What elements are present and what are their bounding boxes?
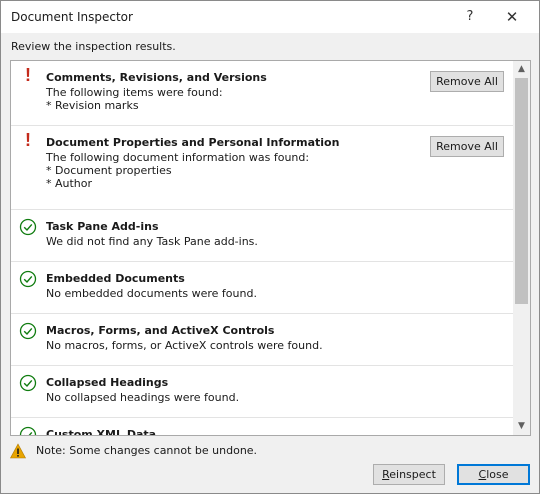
result-title: Collapsed Headings [46, 376, 169, 389]
close-label-rest: lose [486, 468, 509, 481]
result-row: Embedded Documents No embedded documents … [11, 262, 513, 314]
result-description-line: The following items were found: [46, 86, 223, 99]
reinspect-button[interactable]: Reinspect [373, 464, 445, 485]
reinspect-label-rest: einspect [389, 468, 436, 481]
scroll-down-arrow-icon[interactable]: ▼ [513, 418, 530, 435]
result-description-line: * Revision marks [46, 99, 139, 112]
note-text: Note: Some changes cannot be undone. [36, 444, 258, 457]
result-row: Collapsed Headings No collapsed headings … [11, 366, 513, 418]
window-close-button[interactable]: ✕ [495, 5, 529, 29]
issue-exclamation-icon: ! [25, 130, 31, 150]
result-row: Task Pane Add-ins We did not find any Tas… [11, 210, 513, 262]
result-row: Macros, Forms, and ActiveX Controls No ma… [11, 314, 513, 366]
results-scrollbar[interactable]: ▲ ▼ [513, 61, 530, 435]
result-title: Embedded Documents [46, 272, 185, 285]
result-title: Comments, Revisions, and Versions [46, 71, 267, 84]
check-circle-icon [19, 374, 37, 392]
result-title: Macros, Forms, and ActiveX Controls [46, 324, 275, 337]
scroll-up-arrow-icon[interactable]: ▲ [513, 61, 530, 78]
results-list: ! Comments, Revisions, and Versions The fo… [10, 60, 531, 436]
close-button[interactable]: Close [457, 464, 530, 485]
result-row: ! Document Properties and Personal Inform… [11, 126, 513, 210]
check-circle-icon [19, 426, 37, 435]
check-circle-icon [19, 322, 37, 340]
result-description-line: The following document information was f… [46, 151, 310, 164]
remove-all-button[interactable]: Remove All [430, 136, 504, 157]
dialog-title: Document Inspector [11, 10, 133, 24]
help-button[interactable]: ? [453, 5, 487, 29]
warning-triangle-icon [10, 443, 26, 459]
check-circle-icon [19, 218, 37, 236]
instructions-text: Review the inspection results. [11, 40, 176, 53]
result-description-line: We did not find any Task Pane add-ins. [46, 235, 258, 248]
result-row: Custom XML Data [11, 418, 513, 436]
check-circle-icon [19, 270, 37, 288]
result-description-line: * Document properties [46, 164, 172, 177]
result-description-line: * Author [46, 177, 93, 190]
result-description-line: No macros, forms, or ActiveX controls we… [46, 339, 323, 352]
result-description-line: No collapsed headings were found. [46, 391, 240, 404]
result-title: Document Properties and Personal Informa… [46, 136, 340, 149]
result-title: Custom XML Data [46, 428, 157, 436]
result-description-line: No embedded documents were found. [46, 287, 257, 300]
remove-all-button[interactable]: Remove All [430, 71, 504, 92]
issue-exclamation-icon: ! [25, 65, 31, 85]
result-title: Task Pane Add-ins [46, 220, 159, 233]
title-bar: Document Inspector ? ✕ [1, 1, 539, 33]
scrollbar-thumb[interactable] [515, 78, 528, 304]
document-inspector-dialog: Document Inspector ? ✕ Review the inspec… [0, 0, 540, 494]
result-row: ! Comments, Revisions, and Versions The fo… [11, 61, 513, 126]
